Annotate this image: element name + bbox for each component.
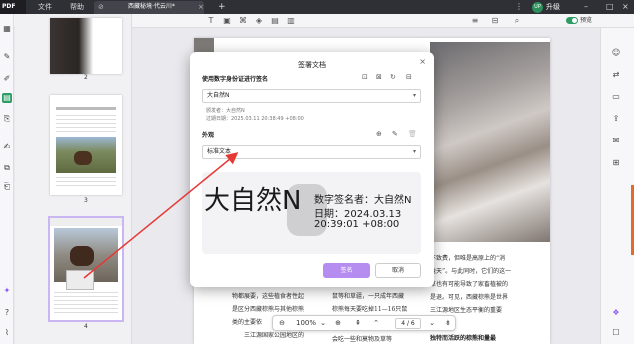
zoom-in-icon[interactable]: ⊕ xyxy=(333,316,343,331)
close-icon[interactable]: × xyxy=(419,57,426,66)
app-logo: PDF xyxy=(0,0,26,14)
thumbnail-page-3[interactable] xyxy=(50,95,122,195)
last-page-icon[interactable]: ⇟ xyxy=(443,316,453,331)
copy-icon[interactable]: ⎗ xyxy=(2,182,12,192)
zoom-dropdown-icon[interactable]: ⌄ xyxy=(319,316,327,331)
doc-line: 是退。可见，西藏棕熊是世界 xyxy=(430,294,509,301)
image-tool-icon[interactable]: ▣ xyxy=(222,16,232,26)
edit-appearance-icon[interactable]: ✎ xyxy=(392,130,398,138)
zoom-level[interactable]: 100% xyxy=(293,316,319,331)
signature-icon[interactable]: ✍ xyxy=(2,142,12,152)
sign-document-dialog: 签署文档 × 使用数字身份证进行签名 ⊡ ⊠ ↻ ⊟ 大自然N ▾ 颁发者：大自… xyxy=(190,52,434,287)
zoom-out-icon[interactable]: ⊖ xyxy=(277,316,287,331)
menu-file[interactable]: 文件 xyxy=(38,0,52,14)
menu-help[interactable]: 帮助 xyxy=(70,0,84,14)
page-photo xyxy=(430,42,550,242)
pages-icon[interactable]: ▤ xyxy=(2,93,12,103)
save-icon[interactable]: ⊞ xyxy=(611,158,621,168)
link-tool-icon[interactable]: ⌘ xyxy=(238,16,248,26)
next-page-icon[interactable]: ⌄ xyxy=(427,316,437,331)
minimize-icon[interactable]: – xyxy=(584,0,588,14)
convert-icon[interactable]: ⇄ xyxy=(611,70,621,80)
preview-date: 日期：2024.03.13 xyxy=(314,209,402,220)
preview-signer-name: 大自然N xyxy=(204,186,302,216)
appearance-section-label: 外观 xyxy=(202,132,215,139)
signer-select-value: 大自然N xyxy=(207,92,230,99)
cancel-button[interactable]: 取消 xyxy=(375,263,421,278)
bookmark-icon[interactable]: ✎ xyxy=(2,52,12,62)
issued-by-text: 颁发者：大自然N xyxy=(206,108,245,114)
thumbnail-page-2[interactable] xyxy=(50,18,122,74)
create-id-icon[interactable]: ⊡ xyxy=(362,73,368,81)
align-icon[interactable]: ≡ xyxy=(470,16,480,26)
preview-signed-by: 数字签名者：大自然N xyxy=(314,195,412,206)
delete-appearance-icon[interactable]: 🗑 xyxy=(408,130,417,138)
ocr-icon[interactable]: ▭ xyxy=(611,92,621,102)
watermark-tool-icon[interactable]: ◈ xyxy=(254,16,264,26)
signer-section-label: 使用数字身份证进行签名 xyxy=(202,76,269,83)
preview-label: 预览 xyxy=(580,17,593,24)
chevron-down-icon: ▾ xyxy=(412,148,416,155)
doc-line: 珑天”。与此同时，它们的这一 xyxy=(430,268,512,275)
thumbnail-label: 4 xyxy=(84,323,88,330)
prev-page-icon[interactable]: ⌃ xyxy=(371,316,381,331)
title-bar: PDF 文件 帮助 ⊘ 西藏秘境·代云川* × + ⋮ UP 升级 – □ × xyxy=(0,0,634,14)
avatar[interactable]: UP xyxy=(532,2,543,13)
mail-icon[interactable]: ✉ xyxy=(611,136,621,146)
chat-icon[interactable]: ☐ xyxy=(611,328,621,338)
help-icon[interactable]: ? xyxy=(2,308,12,318)
sign-button[interactable]: 签名 xyxy=(323,263,370,278)
distribute-icon[interactable]: ⊟ xyxy=(490,16,500,26)
signer-select[interactable]: 大自然N ▾ xyxy=(202,89,421,103)
apps-icon[interactable]: ❖ xyxy=(611,308,621,318)
background-tool-icon[interactable]: ▤ xyxy=(270,16,280,26)
dialog-title: 签署文档 xyxy=(298,61,326,69)
attachment-icon[interactable]: ⎘ xyxy=(2,114,12,124)
refresh-icon[interactable]: ↻ xyxy=(390,73,396,81)
thumbnail-page-4[interactable] xyxy=(48,216,124,322)
page-number-input[interactable]: 4 / 6 xyxy=(395,318,421,329)
doc-line: 草也有可能导致了家畜植被的 xyxy=(430,281,509,288)
thumbnail-label: 3 xyxy=(84,197,88,204)
appearance-select-value: 标准文本 xyxy=(207,148,232,155)
import-id-icon[interactable]: ⊠ xyxy=(376,73,382,81)
ai-assistant-icon[interactable]: ☺ xyxy=(611,48,621,58)
id-details-icon[interactable]: ⊟ xyxy=(406,73,412,81)
more-icon[interactable]: ⋮ xyxy=(515,0,523,14)
add-tab-icon[interactable]: + xyxy=(218,0,226,14)
doc-heading: 独特而活跃的棕熊和量最 xyxy=(430,335,497,342)
search-icon[interactable]: ⌕ xyxy=(512,16,522,26)
document-tab-label: 西藏秘境·代云川* xyxy=(128,3,175,10)
doc-line: 类的主要依 xyxy=(232,319,263,326)
new-appearance-icon[interactable]: ⊕ xyxy=(376,130,382,138)
text-tool-icon[interactable]: T xyxy=(206,16,216,26)
chevron-down-icon: ▾ xyxy=(412,92,416,99)
doc-line: 会吃一些和莫物及草等 xyxy=(332,336,393,343)
doc-line: 不致费，但唯是高原上的“消 xyxy=(430,255,506,262)
doc-line: 物都展要，这些植食者性起 xyxy=(232,293,305,300)
export-icon[interactable]: ⇪ xyxy=(611,114,621,124)
appearance-select[interactable]: 标准文本 ▾ xyxy=(202,145,421,159)
paperclip-icon[interactable]: ⌇ xyxy=(2,328,12,338)
close-window-icon[interactable]: × xyxy=(622,0,629,14)
upgrade-button[interactable]: 升级 xyxy=(546,0,560,14)
link-icon: ⊘ xyxy=(98,3,104,11)
comment-icon[interactable]: ✐ xyxy=(2,74,12,84)
valid-date-text: 过期日期：2025.03.11 20:38:49 +08:00 xyxy=(206,116,304,122)
doc-line: 鼠等和草疆，一只成年西藏 xyxy=(332,293,405,300)
thumbnail-label: 2 xyxy=(84,74,88,81)
preview-toggle[interactable] xyxy=(566,17,578,24)
header-footer-tool-icon[interactable]: ▥ xyxy=(286,16,296,26)
ai-icon[interactable]: ✦ xyxy=(2,286,12,296)
layers-icon[interactable]: ⧉ xyxy=(2,163,12,173)
close-tab-icon[interactable]: × xyxy=(198,0,204,14)
maximize-icon[interactable]: □ xyxy=(606,0,614,14)
page-navigator: ⊖ 100% ⌄ ⊕ ⇞ ⌃ 4 / 6 ⌄ ⇟ xyxy=(272,315,456,331)
thumbnails-icon[interactable]: ▦ xyxy=(2,24,12,34)
preview-time: 20:39:01 +08:00 xyxy=(314,219,400,230)
first-page-icon[interactable]: ⇞ xyxy=(353,316,363,331)
